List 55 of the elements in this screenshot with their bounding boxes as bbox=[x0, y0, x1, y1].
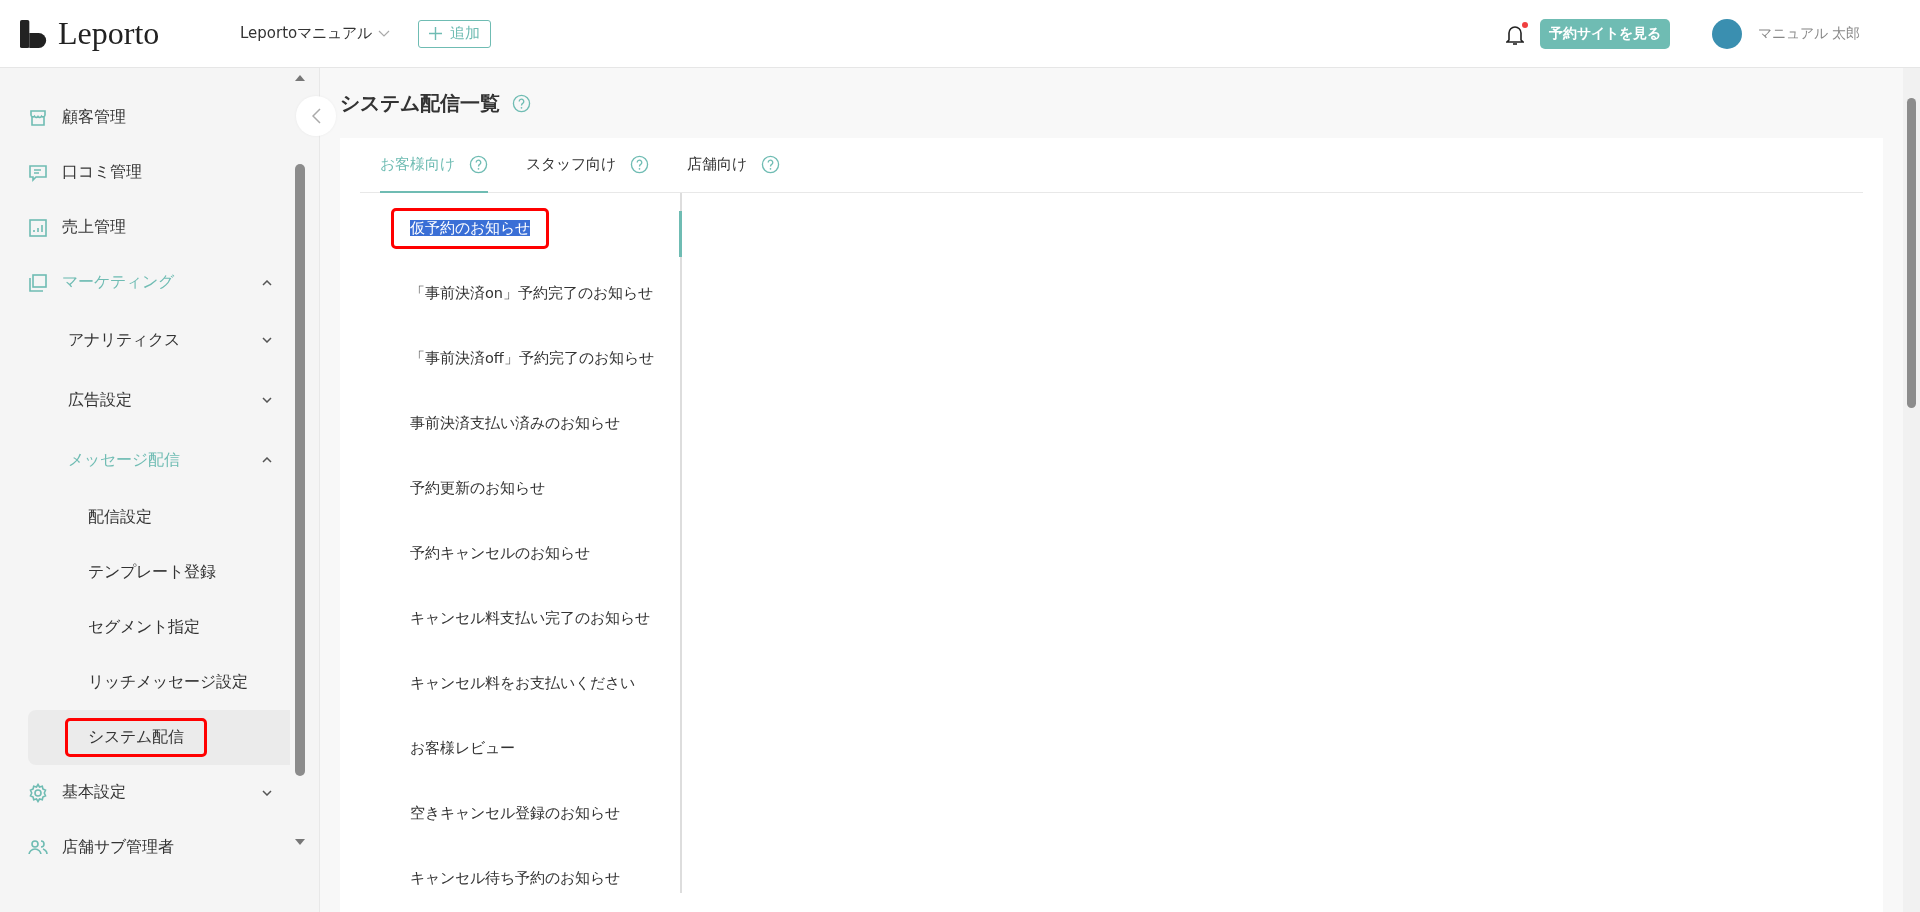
store-icon bbox=[28, 107, 48, 128]
nav-item[interactable]: 顧客管理 bbox=[62, 107, 280, 128]
nav-item[interactable]: 売上管理 bbox=[62, 217, 280, 238]
notification-type-item[interactable]: 事前決済支払い済みのお知らせ bbox=[410, 415, 620, 431]
notification-type-item[interactable]: 予約キャンセルのお知らせ bbox=[410, 545, 590, 561]
page-title: システム配信一覧 bbox=[340, 89, 500, 117]
logo-mark-icon bbox=[20, 19, 48, 48]
help-icon[interactable] bbox=[761, 155, 780, 174]
notification-type-item[interactable]: キャンセル待ち予約のお知らせ bbox=[410, 870, 620, 886]
windows-icon bbox=[28, 272, 48, 293]
chart-icon bbox=[28, 217, 48, 238]
chevron-down-icon[interactable] bbox=[262, 789, 272, 796]
comment-icon bbox=[28, 162, 48, 183]
notification-type-item[interactable]: キャンセル料支払い完了のお知らせ bbox=[410, 610, 650, 626]
store-selector[interactable]: Leportoマニュアル bbox=[240, 24, 391, 43]
chevron-left-icon bbox=[311, 108, 321, 124]
notification-type-item[interactable]: お客様レビュー bbox=[410, 740, 515, 756]
notification-type-item[interactable]: キャンセル料をお支払いください bbox=[410, 675, 635, 691]
notification-type-item[interactable]: 予約更新のお知らせ bbox=[410, 480, 545, 496]
nav-item[interactable]: 店舗サブ管理者 bbox=[62, 837, 280, 854]
logo-text: Leporto bbox=[58, 15, 160, 52]
bell-icon[interactable] bbox=[1505, 23, 1524, 46]
nav-subitem-label[interactable]: リッチメッセージ設定 bbox=[88, 672, 248, 693]
tab[interactable]: スタッフ向け bbox=[526, 138, 649, 193]
page-scrollbar-thumb[interactable] bbox=[1907, 98, 1916, 408]
list-scroll-indicator bbox=[679, 211, 682, 257]
notification-type-item[interactable]: 「事前決済off」予約完了のお知らせ bbox=[410, 350, 654, 366]
help-icon[interactable] bbox=[469, 155, 488, 174]
nav-subitem-label[interactable]: テンプレート登録 bbox=[88, 562, 216, 583]
chevron-up-icon[interactable] bbox=[262, 457, 272, 463]
nav-subitem-label[interactable]: システム配信 bbox=[68, 721, 204, 754]
help-icon[interactable] bbox=[512, 93, 531, 113]
notification-type-item[interactable]: 「事前決済on」予約完了のお知らせ bbox=[410, 285, 654, 301]
chevron-down-icon[interactable] bbox=[262, 397, 272, 403]
nav-subitem[interactable]: アナリティクス bbox=[68, 329, 262, 351]
plus-icon bbox=[429, 27, 443, 40]
nav-subitem-label[interactable]: セグメント指定 bbox=[88, 617, 200, 638]
help-icon[interactable] bbox=[630, 155, 649, 174]
tab[interactable]: 店舗向け bbox=[687, 138, 780, 193]
user-avatar[interactable] bbox=[1711, 18, 1742, 49]
nav-subitem-label[interactable]: 配信設定 bbox=[88, 507, 152, 528]
nav-item[interactable]: 口コミ管理 bbox=[62, 162, 280, 183]
scrollbar-thumb[interactable] bbox=[295, 164, 305, 776]
user-name[interactable]: マニュアル 太郎 bbox=[1757, 24, 1860, 43]
scroll-up-icon[interactable] bbox=[294, 74, 306, 82]
notification-type-item[interactable]: 仮予約のお知らせ bbox=[410, 220, 530, 236]
chevron-down-icon bbox=[378, 29, 391, 38]
nav-item[interactable]: 基本設定 bbox=[62, 782, 262, 803]
nav-subitem[interactable]: 広告設定 bbox=[68, 389, 262, 411]
chevron-down-icon[interactable] bbox=[262, 337, 272, 343]
chevron-up-icon[interactable] bbox=[262, 279, 272, 286]
scroll-down-icon[interactable] bbox=[294, 838, 306, 846]
notification-type-item[interactable]: 空きキャンセル登録のお知らせ bbox=[410, 805, 620, 821]
settings-icon bbox=[28, 782, 48, 803]
users-icon bbox=[28, 837, 48, 854]
